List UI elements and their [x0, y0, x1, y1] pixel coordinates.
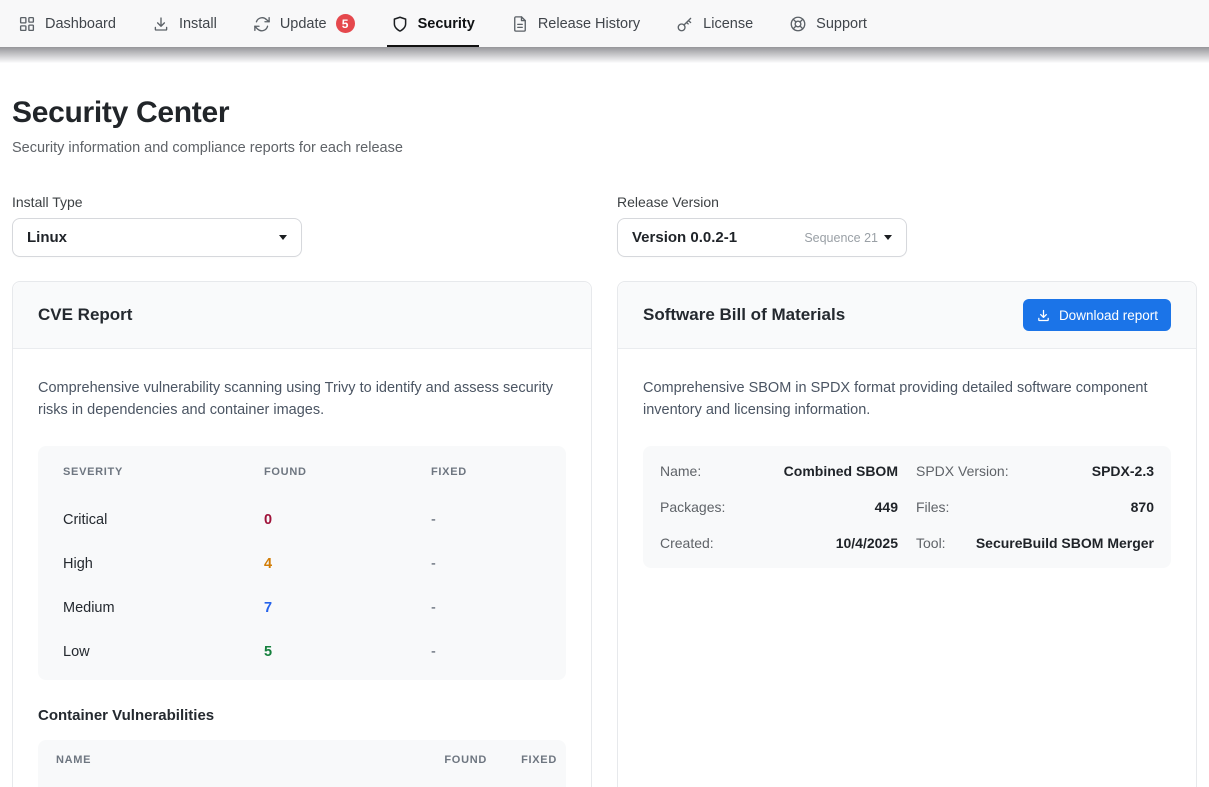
- nav-label-license: License: [703, 16, 753, 32]
- caret-down-icon: [884, 235, 892, 240]
- cve-description: Comprehensive vulnerability scanning usi…: [38, 377, 566, 421]
- nav-item-license[interactable]: License: [658, 0, 771, 47]
- nav-label-release-history: Release History: [538, 16, 640, 32]
- detail-label: Tool:: [916, 535, 946, 551]
- container-vulnerabilities-table: NAME FOUND FIXED: [38, 740, 566, 787]
- sbom-card-body: Comprehensive SBOM in SPDX format provid…: [618, 349, 1196, 593]
- sbom-detail-files: Files: 870: [916, 489, 1154, 525]
- cve-card-title: CVE Report: [38, 305, 132, 325]
- severity-table-header: SEVERITY FOUND FIXED: [38, 446, 566, 498]
- severity-label: High: [63, 556, 264, 572]
- detail-label: Files:: [916, 499, 949, 515]
- found-col-header: FOUND: [264, 466, 431, 478]
- lifebuoy-icon: [789, 15, 807, 33]
- detail-value: SPDX-2.3: [1092, 463, 1154, 479]
- detail-value: 10/4/2025: [836, 535, 898, 551]
- sbom-description: Comprehensive SBOM in SPDX format provid…: [643, 377, 1171, 421]
- nav-label-dashboard: Dashboard: [45, 16, 116, 32]
- nav-label-install: Install: [179, 16, 217, 32]
- release-sequence-label: Sequence 21: [804, 231, 878, 245]
- fixed-col-header: FIXED: [431, 466, 566, 478]
- cards-row: CVE Report Comprehensive vulnerability s…: [12, 281, 1197, 787]
- sbom-detail-packages: Packages: 449: [660, 489, 898, 525]
- severity-label: Critical: [63, 512, 264, 528]
- container-table-header: NAME FOUND FIXED: [38, 740, 566, 780]
- key-icon: [676, 15, 694, 33]
- install-type-filter: Install Type Linux: [12, 194, 592, 257]
- fixed-value: -: [431, 556, 566, 572]
- table-row-high: High 4 -: [38, 542, 566, 586]
- found-value: 7: [264, 600, 431, 616]
- found-col-header: FOUND: [397, 754, 487, 766]
- container-vulnerabilities-title: Container Vulnerabilities: [38, 707, 566, 724]
- sbom-details-grid: Name: Combined SBOM SPDX Version: SPDX-2…: [643, 446, 1171, 568]
- caret-down-icon: [279, 235, 287, 240]
- document-icon: [511, 15, 529, 33]
- detail-label: SPDX Version:: [916, 463, 1009, 479]
- detail-value: 870: [1131, 499, 1154, 515]
- detail-value: SecureBuild SBOM Merger: [976, 535, 1154, 551]
- sbom-card-header: Software Bill of Materials Download repo…: [618, 282, 1196, 349]
- nav-item-security[interactable]: Security: [373, 0, 493, 47]
- nav-item-support[interactable]: Support: [771, 0, 885, 47]
- nav-item-update[interactable]: Update 5: [235, 0, 373, 47]
- nav-label-support: Support: [816, 16, 867, 32]
- found-value: 0: [264, 512, 431, 528]
- release-version-filter: Release Version Version 0.0.2-1 Sequence…: [617, 194, 1197, 257]
- table-row-medium: Medium 7 -: [38, 586, 566, 630]
- nav-scroll-shadow: [0, 47, 1209, 63]
- cve-card-body: Comprehensive vulnerability scanning usi…: [13, 349, 591, 787]
- shield-icon: [391, 15, 409, 33]
- name-col-header: NAME: [56, 754, 397, 766]
- release-version-select[interactable]: Version 0.0.2-1 Sequence 21: [617, 218, 907, 257]
- severity-label: Low: [63, 644, 264, 660]
- download-report-label: Download report: [1059, 308, 1158, 323]
- severity-col-header: SEVERITY: [63, 466, 264, 478]
- detail-label: Name:: [660, 463, 701, 479]
- update-count-badge: 5: [336, 14, 355, 33]
- install-type-select[interactable]: Linux: [12, 218, 302, 257]
- main-content: Security Center Security information and…: [0, 96, 1209, 787]
- severity-table: SEVERITY FOUND FIXED Critical 0 - High 4…: [38, 446, 566, 680]
- page-subtitle: Security information and compliance repo…: [12, 140, 1197, 156]
- fixed-value: -: [431, 600, 566, 616]
- install-type-value: Linux: [27, 229, 67, 246]
- filters-row: Install Type Linux Release Version Versi…: [12, 194, 1197, 257]
- nav-label-update: Update: [280, 16, 327, 32]
- nav-item-dashboard[interactable]: Dashboard: [0, 0, 134, 47]
- download-icon: [1036, 308, 1051, 323]
- table-row-critical: Critical 0 -: [38, 498, 566, 542]
- release-version-label: Release Version: [617, 194, 1197, 210]
- sbom-detail-spdx-version: SPDX Version: SPDX-2.3: [916, 453, 1154, 489]
- sbom-card-title: Software Bill of Materials: [643, 305, 845, 325]
- page-title: Security Center: [12, 96, 1197, 130]
- download-icon: [152, 15, 170, 33]
- table-row-low: Low 5 -: [38, 630, 566, 674]
- fixed-value: -: [431, 644, 566, 660]
- install-type-label: Install Type: [12, 194, 592, 210]
- nav-item-install[interactable]: Install: [134, 0, 235, 47]
- nav-label-security: Security: [418, 16, 475, 32]
- fixed-value: -: [431, 512, 566, 528]
- refresh-icon: [253, 15, 271, 33]
- detail-value: Combined SBOM: [784, 463, 898, 479]
- sbom-card: Software Bill of Materials Download repo…: [617, 281, 1197, 787]
- grid-icon: [18, 15, 36, 33]
- found-value: 4: [264, 556, 431, 572]
- detail-label: Created:: [660, 535, 714, 551]
- detail-label: Packages:: [660, 499, 725, 515]
- nav-item-release-history[interactable]: Release History: [493, 0, 658, 47]
- sbom-detail-tool: Tool: SecureBuild SBOM Merger: [916, 525, 1154, 561]
- found-value: 5: [264, 644, 431, 660]
- detail-value: 449: [875, 499, 898, 515]
- cve-report-card: CVE Report Comprehensive vulnerability s…: [12, 281, 592, 787]
- fixed-col-header: FIXED: [487, 754, 557, 766]
- top-navigation: Dashboard Install Update 5 Security Rele…: [0, 0, 1209, 47]
- cve-card-header: CVE Report: [13, 282, 591, 349]
- sbom-detail-created: Created: 10/4/2025: [660, 525, 898, 561]
- download-report-button[interactable]: Download report: [1023, 299, 1171, 331]
- release-version-value: Version 0.0.2-1: [632, 229, 737, 246]
- severity-label: Medium: [63, 600, 264, 616]
- sbom-detail-name: Name: Combined SBOM: [660, 453, 898, 489]
